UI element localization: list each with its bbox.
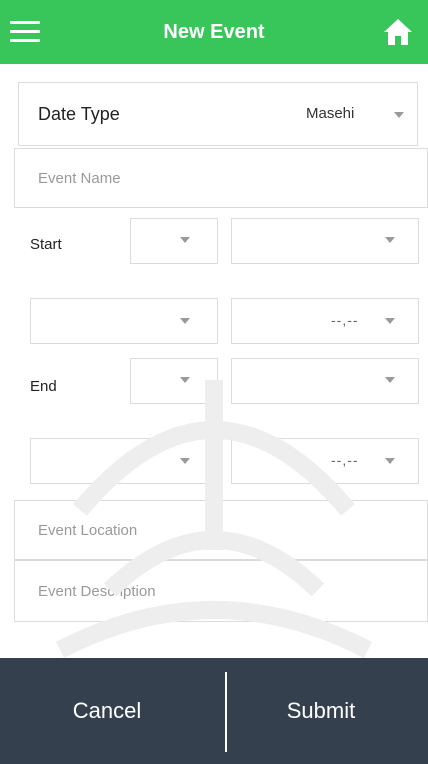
chevron-down-icon xyxy=(180,318,190,324)
chevron-down-icon xyxy=(385,318,395,324)
app-header: New Event xyxy=(0,0,428,64)
end-label: End xyxy=(30,378,57,395)
footer-divider xyxy=(225,672,227,752)
chevron-down-icon xyxy=(180,377,190,383)
page-title: New Event xyxy=(163,20,265,43)
watermark-logo xyxy=(55,380,373,658)
event-location-placeholder: Event Location xyxy=(38,522,138,539)
chevron-down-icon xyxy=(385,458,395,464)
start-time-value: --,-- xyxy=(331,312,359,328)
chevron-down-icon xyxy=(385,237,395,243)
start-label: Start xyxy=(30,236,62,253)
submit-button[interactable]: Submit xyxy=(214,658,428,764)
end-day-select[interactable] xyxy=(130,358,218,404)
hamburger-menu-icon[interactable] xyxy=(10,18,40,44)
start-day-select[interactable] xyxy=(130,218,218,264)
chevron-down-icon xyxy=(180,237,190,243)
chevron-down-icon xyxy=(394,112,404,118)
event-name-placeholder: Event Name xyxy=(38,170,121,187)
date-type-label: Date Type xyxy=(38,104,120,124)
event-description-placeholder: Event Description xyxy=(38,583,156,600)
chevron-down-icon xyxy=(385,377,395,383)
date-type-value: Masehi xyxy=(306,105,355,122)
cancel-button[interactable]: Cancel xyxy=(0,658,214,764)
home-icon[interactable] xyxy=(382,16,414,48)
end-time-value: --,-- xyxy=(331,452,359,468)
chevron-down-icon xyxy=(180,458,190,464)
action-bar: Cancel Submit xyxy=(0,658,428,764)
date-type-select[interactable]: Masehi xyxy=(296,92,412,136)
